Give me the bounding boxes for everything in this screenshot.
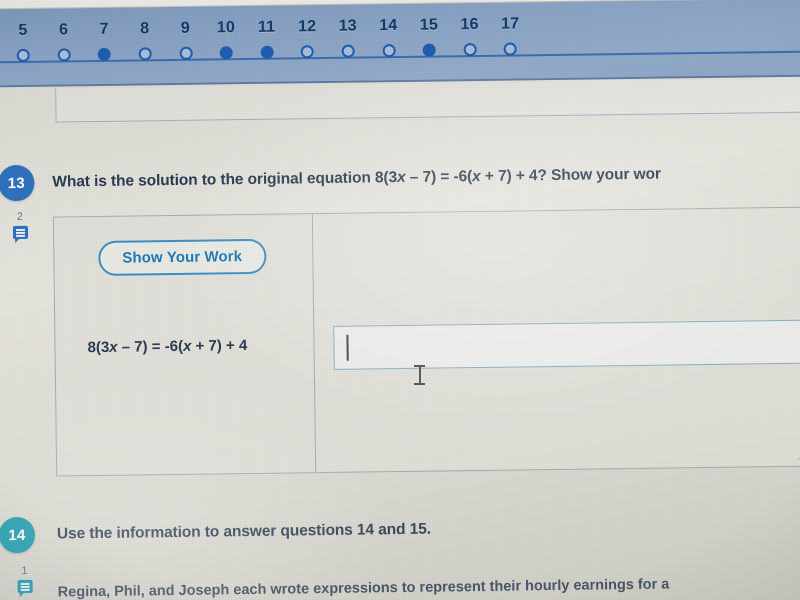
question-14-badge: 14 — [0, 516, 36, 554]
nav-question-6[interactable]: 6 — [42, 20, 85, 62]
nav-status-dot[interactable] — [341, 44, 355, 58]
eq-variable-x: x — [182, 337, 192, 355]
nav-question-number: 14 — [379, 17, 398, 35]
nav-question-number: 5 — [18, 21, 28, 39]
comment-icon[interactable] — [12, 225, 28, 240]
nav-question-5[interactable]: 5 — [2, 21, 45, 63]
eq-part: – 7) = -6( — [117, 337, 184, 356]
nav-question-number: 11 — [257, 18, 276, 36]
eq-part: 8(3 — [87, 338, 110, 357]
nav-question-11[interactable]: 11 — [245, 17, 288, 59]
q13-part: + 7) + 4? Show your wor — [480, 165, 661, 185]
question-13-text: What is the solution to the original equ… — [52, 165, 661, 193]
show-your-work-panel: Show Your Work 8(3x – 7) = -6(x + 7) + 4 — [52, 206, 800, 477]
nav-question-number: 15 — [419, 16, 439, 34]
q13-part: What is the solution to the original equ… — [52, 169, 398, 191]
assessment-content: 13 What is the solution to the original … — [0, 77, 800, 600]
nav-status-dot[interactable] — [382, 44, 396, 58]
nav-question-number: 8 — [140, 20, 150, 38]
show-your-work-button[interactable]: Show Your Work — [98, 238, 267, 276]
nav-question-number: 10 — [216, 19, 236, 37]
nav-question-10[interactable]: 10 — [205, 18, 248, 60]
nav-question-16[interactable]: 16 — [448, 15, 491, 57]
nav-question-17[interactable]: 17 — [489, 14, 532, 56]
equation-display: 8(3x – 7) = -6(x + 7) + 4 — [87, 337, 247, 356]
photographed-screen: schedule Copy of Un 45678910111213141516… — [0, 0, 800, 600]
nav-question-number: 6 — [58, 21, 69, 39]
question-14-text: Use the information to answer questions … — [56, 520, 432, 543]
nav-question-number: 9 — [180, 19, 191, 37]
mouse-cursor-ibeam — [414, 364, 425, 386]
question-13-badge: 13 — [0, 164, 35, 202]
nav-question-number: 7 — [99, 20, 109, 38]
question-13-row: 13 What is the solution to the original … — [0, 155, 800, 240]
nav-status-dot[interactable] — [463, 43, 477, 57]
nav-status-dot[interactable] — [219, 46, 233, 60]
nav-status-dot[interactable] — [503, 42, 518, 56]
nav-status-dot[interactable] — [300, 45, 315, 59]
question-14-passage: Regina, Phil, and Joseph each wrote expr… — [57, 576, 670, 600]
annotation-count: 1 — [21, 564, 28, 578]
nav-question-number: 17 — [500, 15, 520, 33]
eq-part: + 7) + 4 — [191, 337, 248, 355]
nav-status-dot[interactable] — [422, 43, 436, 57]
previous-question-panel — [55, 78, 800, 123]
q13-part: – 7) = -6( — [405, 168, 473, 186]
nav-question-number: 12 — [297, 18, 317, 36]
resize-handle[interactable] — [793, 446, 800, 461]
nav-question-8[interactable]: 8 — [124, 19, 167, 61]
eq-variable-x: x — [109, 338, 118, 356]
text-caret — [346, 334, 349, 361]
nav-question-9[interactable]: 9 — [164, 19, 207, 61]
annotation-count: 2 — [16, 210, 23, 224]
nav-status-dot[interactable] — [97, 47, 112, 61]
nav-status-dot[interactable] — [57, 48, 71, 62]
answer-input[interactable] — [333, 319, 800, 370]
panel-divider — [311, 214, 317, 473]
nav-status-dot[interactable] — [179, 46, 193, 60]
question-13-annotation[interactable]: 2 — [5, 210, 35, 240]
nav-question-15[interactable]: 15 — [408, 15, 451, 57]
comment-icon[interactable] — [17, 579, 33, 594]
nav-question-12[interactable]: 12 — [286, 17, 329, 59]
nav-question-number: 13 — [338, 17, 357, 35]
nav-question-14[interactable]: 14 — [367, 16, 410, 58]
browser-window: schedule Copy of Un 45678910111213141516… — [0, 0, 800, 600]
nav-status-dot[interactable] — [138, 47, 152, 61]
nav-question-13[interactable]: 13 — [327, 16, 370, 58]
nav-status-dot[interactable] — [260, 45, 274, 59]
question-14-annotation[interactable]: 1 — [9, 564, 39, 594]
nav-question-7[interactable]: 7 — [83, 20, 126, 62]
nav-status-dot[interactable] — [16, 48, 30, 63]
question-navigation-bar: 4567891011121314151617 — [0, 0, 800, 88]
question-14-row: 14 Use the information to answer questio… — [0, 507, 800, 594]
nav-question-number: 16 — [460, 15, 479, 34]
